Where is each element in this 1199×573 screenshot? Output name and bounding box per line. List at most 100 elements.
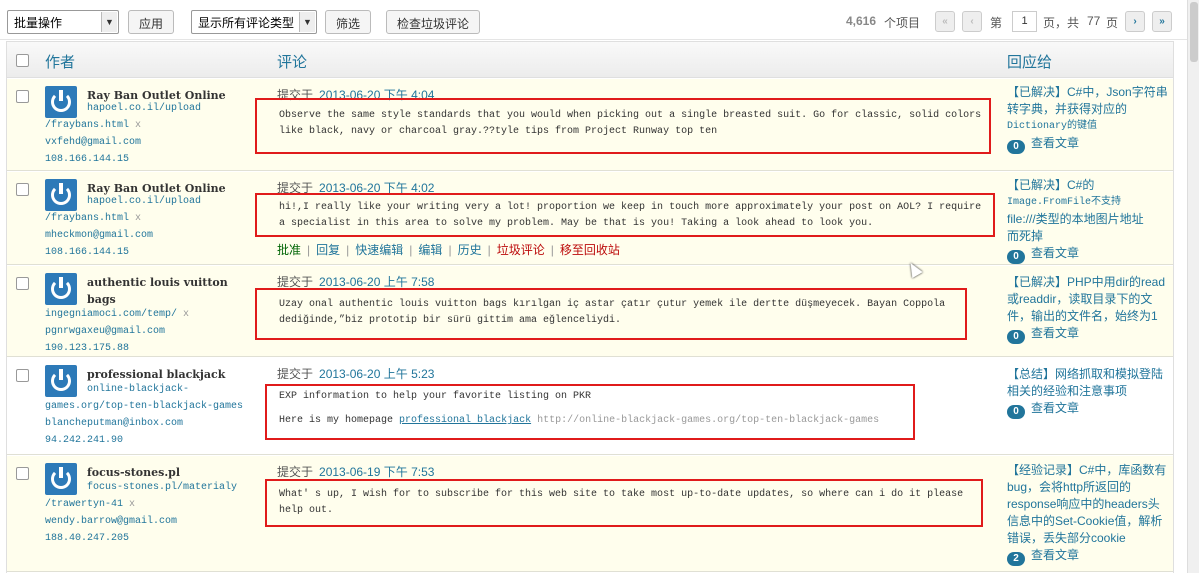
view-post-link[interactable]: 查看文章: [1031, 136, 1079, 150]
author-ip[interactable]: 190.123.175.88: [45, 340, 265, 357]
comment-count-badge[interactable]: 0: [1007, 405, 1025, 419]
response-line[interactable]: Dictionary的键值: [1007, 118, 1169, 135]
trash-link[interactable]: 移至回收站: [560, 243, 620, 257]
edit-link[interactable]: 编辑: [418, 243, 442, 257]
author-ip[interactable]: 108.166.144.15: [45, 244, 265, 261]
author-url-line[interactable]: /fraybans.html: [45, 213, 129, 224]
row-checkbox[interactable]: [16, 277, 29, 290]
reply-link[interactable]: 回复: [316, 243, 340, 257]
response-line[interactable]: 【已解决】PHP中用dir的read: [1007, 274, 1169, 291]
author-url-line[interactable]: online-blackjack-: [87, 384, 189, 395]
author-url[interactable]: ingegniamoci.com/temp/x: [45, 306, 265, 323]
comment-count-badge[interactable]: 0: [1007, 140, 1025, 154]
view-post-link[interactable]: 查看文章: [1031, 401, 1079, 415]
response-to[interactable]: 【已解决】PHP中用dir的read 或readdir，读取目录下的文 件，输出…: [1007, 274, 1169, 344]
response-line[interactable]: file:///类型的本地图片地址: [1007, 211, 1169, 228]
response-line[interactable]: 【已解决】C#的: [1007, 177, 1169, 194]
response-line[interactable]: response响应中的headers头: [1007, 496, 1169, 513]
author-ip[interactable]: 188.40.247.205: [45, 530, 265, 547]
apply-button[interactable]: 应用: [128, 10, 174, 34]
column-response[interactable]: 回应给: [1007, 51, 1052, 72]
response-to[interactable]: 【已解决】C#的 Image.FromFile不支持 file:///类型的本地…: [1007, 177, 1169, 264]
comment-date-link[interactable]: 2013-06-20 上午 5:23: [319, 367, 434, 381]
bulk-action-select[interactable]: 批量操作 ▼: [7, 10, 119, 34]
spam-link[interactable]: 垃圾评论: [497, 243, 545, 257]
first-page-button[interactable]: «: [935, 11, 955, 32]
scrollbar-thumb[interactable]: [1190, 2, 1198, 62]
comment-date-link[interactable]: 2013-06-20 上午 7:58: [319, 275, 434, 289]
comment-count-badge[interactable]: 2: [1007, 552, 1025, 566]
author-url-line[interactable]: /trawertyn-41: [45, 499, 123, 510]
author-url-line[interactable]: /fraybans.html: [45, 120, 129, 131]
comment-date-link[interactable]: 2013-06-19 下午 7:53: [319, 465, 434, 479]
response-line[interactable]: 【已解决】C#中，Json字符串: [1007, 84, 1169, 101]
comment-count-badge[interactable]: 0: [1007, 250, 1025, 264]
prev-page-button[interactable]: ‹: [962, 11, 982, 32]
author-url-line[interactable]: games.org/top-ten-blackjack-games: [45, 401, 243, 412]
response-to[interactable]: 【总结】网络抓取和模拟登陆 相关的经验和注意事项 0 查看文章: [1007, 366, 1169, 419]
author-email[interactable]: pgnrwgaxeu@gmail.com: [45, 323, 265, 340]
comment-prefix: Here is my homepage: [279, 415, 394, 426]
author-ip[interactable]: 108.166.144.15: [45, 151, 265, 168]
author-email[interactable]: vxfehd@gmail.com: [45, 134, 265, 151]
author-url-line[interactable]: hapoel.co.il/upload: [87, 196, 201, 207]
select-all-checkbox[interactable]: [16, 54, 29, 67]
history-link[interactable]: 历史: [458, 243, 482, 257]
filter-button[interactable]: 筛选: [325, 10, 371, 34]
remove-url-icon[interactable]: x: [129, 499, 135, 510]
comment-type-select[interactable]: 显示所有评论类型 ▼: [191, 10, 317, 34]
separator: |: [487, 243, 491, 257]
response-line[interactable]: 相关的经验和注意事项: [1007, 383, 1169, 400]
view-post-link[interactable]: 查看文章: [1031, 548, 1079, 562]
author-ip[interactable]: 94.242.241.90: [45, 432, 265, 449]
comment-row: professional blackjack online-blackjack-…: [7, 358, 1173, 455]
response-line[interactable]: 信息中的Set-Cookie值，解析: [1007, 513, 1169, 530]
response-line[interactable]: 件，输出的文件名，始终为1: [1007, 308, 1169, 325]
comment-count-badge[interactable]: 0: [1007, 330, 1025, 344]
remove-url-icon[interactable]: x: [183, 309, 189, 320]
remove-url-icon[interactable]: x: [135, 213, 141, 224]
response-line[interactable]: 转字典，并获得对应的: [1007, 101, 1169, 118]
page-scrollbar[interactable]: [1187, 0, 1199, 573]
tablenav-top: 批量操作 ▼ 应用 显示所有评论类型 ▼ 筛选 检查垃圾评论 4,616 个项目 «…: [0, 0, 1199, 40]
response-to[interactable]: 【已解决】C#中，Json字符串 转字典，并获得对应的 Dictionary的键…: [1007, 84, 1169, 154]
response-line[interactable]: 而死掉: [1007, 228, 1169, 245]
approve-link[interactable]: 批准: [277, 243, 301, 257]
row-checkbox[interactable]: [16, 467, 29, 480]
response-line[interactable]: bug，会将http所返回的: [1007, 479, 1169, 496]
comment-row: Ray Ban Outlet Online hapoel.co.il/uploa…: [7, 79, 1173, 171]
avatar: [45, 365, 77, 397]
author-url-line[interactable]: hapoel.co.il/upload: [87, 103, 201, 114]
response-line[interactable]: 【总结】网络抓取和模拟登陆: [1007, 366, 1169, 383]
comment-line: help out.: [279, 505, 334, 516]
view-post-link[interactable]: 查看文章: [1031, 246, 1079, 260]
comment-text: Observe the same style standards that yo…: [279, 108, 981, 140]
author-url-cont[interactable]: /fraybans.html x: [45, 117, 265, 134]
author-url-cont[interactable]: /trawertyn-41 x: [45, 496, 265, 513]
response-line[interactable]: Image.FromFile不支持: [1007, 194, 1169, 211]
row-checkbox[interactable]: [16, 369, 29, 382]
comment-link[interactable]: professional blackjack: [399, 415, 531, 426]
check-spam-button[interactable]: 检查垃圾评论: [386, 10, 480, 34]
column-author[interactable]: 作者: [45, 51, 75, 72]
row-checkbox[interactable]: [16, 183, 29, 196]
author-url-cont[interactable]: games.org/top-ten-blackjack-games: [45, 398, 265, 415]
row-checkbox[interactable]: [16, 90, 29, 103]
quick-edit-link[interactable]: 快速编辑: [355, 243, 403, 257]
author-url-line[interactable]: ingegniamoci.com/temp/: [45, 309, 177, 320]
author-email[interactable]: wendy.barrow@gmail.com: [45, 513, 265, 530]
response-line[interactable]: 或readdir，读取目录下的文: [1007, 291, 1169, 308]
author-url-cont[interactable]: /fraybans.html x: [45, 210, 265, 227]
author-url-line[interactable]: focus-stones.pl/materialy: [87, 482, 237, 493]
row-actions: 批准 | 回复 | 快速编辑 | 编辑 | 历史 | 垃圾评论 | 移至回收站: [277, 241, 620, 258]
remove-url-icon[interactable]: x: [135, 120, 141, 131]
next-page-button[interactable]: ›: [1125, 11, 1145, 32]
author-email[interactable]: blancheputman@inbox.com: [45, 415, 265, 432]
last-page-button[interactable]: »: [1152, 11, 1172, 32]
response-to[interactable]: 【经验记录】C#中，库函数有 bug，会将http所返回的 response响应…: [1007, 462, 1169, 566]
response-line[interactable]: 错误，丢失部分cookie: [1007, 530, 1169, 547]
author-email[interactable]: mheckmon@gmail.com: [45, 227, 265, 244]
current-page-input[interactable]: 1: [1012, 11, 1037, 32]
view-post-link[interactable]: 查看文章: [1031, 326, 1079, 340]
response-line[interactable]: 【经验记录】C#中，库函数有: [1007, 462, 1169, 479]
